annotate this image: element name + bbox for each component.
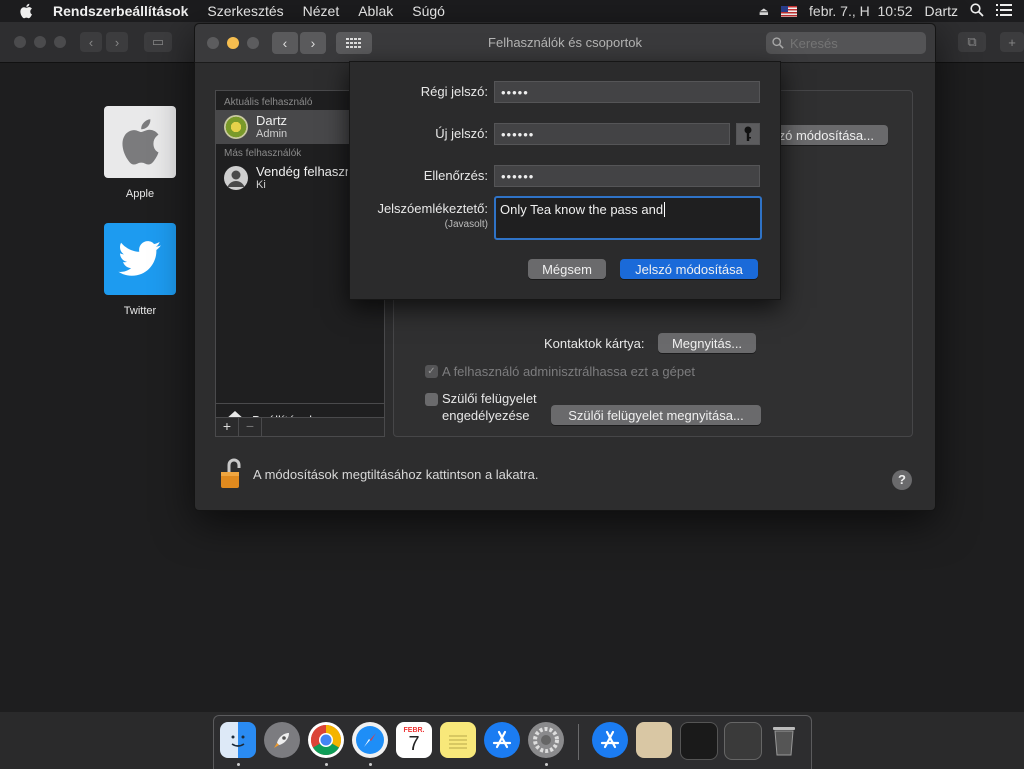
bg-close-dot[interactable] xyxy=(14,36,26,48)
system-preferences-gear-icon[interactable] xyxy=(528,722,564,758)
user-status: Ki xyxy=(256,179,266,191)
open-parental-controls-button[interactable]: Szülői felügyelet megnyitása... xyxy=(551,405,761,425)
running-indicator xyxy=(545,763,548,766)
bg-zoom-dot[interactable] xyxy=(54,36,66,48)
password-hint-value: Only Tea know the pass and xyxy=(500,202,666,217)
screenshot-stack-icon[interactable] xyxy=(724,722,762,760)
unlocked-padlock-icon[interactable] xyxy=(219,458,241,490)
trash-icon[interactable] xyxy=(766,722,802,758)
running-indicator xyxy=(237,763,240,766)
downloads-stack-icon[interactable] xyxy=(680,722,718,760)
bg-minimize-dot[interactable] xyxy=(34,36,46,48)
avatar xyxy=(224,115,248,139)
menu-view[interactable]: Nézet xyxy=(303,3,340,19)
new-password-field[interactable]: •••••• xyxy=(494,123,730,145)
add-user-button[interactable]: + xyxy=(216,418,239,436)
verify-password-value: •••••• xyxy=(501,168,535,184)
parental-checkbox-label-line1: Szülői felügyelet xyxy=(442,391,537,406)
finder-icon[interactable] xyxy=(220,722,256,758)
menu-help[interactable]: Súgó xyxy=(412,3,445,19)
desktop-icon-label: Apple xyxy=(125,188,155,200)
documents-stack-icon[interactable] xyxy=(636,722,672,758)
notes-icon[interactable] xyxy=(440,722,476,758)
lock-row: A módosítások megtiltásához kattintson a… xyxy=(219,458,538,490)
new-password-label: Új jelszó: xyxy=(435,126,488,141)
safari-compass-icon[interactable] xyxy=(352,722,388,758)
hint-sublabel: (Javasolt) xyxy=(444,219,488,230)
running-indicator xyxy=(369,763,372,766)
remove-user-button[interactable]: − xyxy=(239,418,262,436)
change-password-sheet: Régi jelszó: ••••• Új jelszó: •••••• Ell… xyxy=(349,61,781,300)
bg-back-icon[interactable]: ‹ xyxy=(80,32,102,52)
desktop-icon-twitter[interactable]: Twitter xyxy=(104,223,176,317)
search-field[interactable] xyxy=(766,32,926,54)
parental-checkbox-label-line2: engedélyezése xyxy=(442,408,530,423)
notification-center-icon[interactable] xyxy=(996,3,1012,19)
lock-message: A módosítások megtiltásához kattintson a… xyxy=(253,466,539,482)
desktop-icon-apple[interactable]: Apple xyxy=(104,106,176,200)
admin-checkbox-label: A felhasználó adminisztrálhassa ezt a gé… xyxy=(442,364,695,379)
add-remove-bar: + − xyxy=(215,417,385,437)
chrome-icon[interactable] xyxy=(308,722,344,758)
cancel-button[interactable]: Mégsem xyxy=(528,259,606,279)
menu-app-name[interactable]: Rendszerbeállítások xyxy=(53,3,188,19)
password-assistant-key-icon[interactable] xyxy=(736,123,760,145)
old-password-value: ••••• xyxy=(501,84,529,100)
help-button[interactable]: ? xyxy=(892,470,912,490)
apple-menu-icon[interactable] xyxy=(19,3,37,19)
verify-password-field[interactable]: •••••• xyxy=(494,165,760,187)
calendar-day: 7 xyxy=(408,732,420,755)
verify-label: Ellenőrzés: xyxy=(423,168,488,183)
contacts-card-label: Kontaktok kártya: xyxy=(544,336,645,351)
search-input[interactable] xyxy=(788,34,922,52)
applications-folder-icon[interactable] xyxy=(592,722,628,758)
current-user[interactable]: Dartz xyxy=(925,3,958,19)
guest-user-icon xyxy=(224,166,248,190)
bg-new-tab-icon[interactable]: + xyxy=(1000,32,1024,52)
search-icon xyxy=(772,37,784,49)
spotlight-search-icon[interactable] xyxy=(970,2,984,20)
menu-edit[interactable]: Szerkesztés xyxy=(207,3,283,19)
window-titlebar: ‹ › Felhasználók és csoportok xyxy=(195,24,935,63)
running-indicator xyxy=(325,763,328,766)
bg-tabs-icon[interactable]: ⧉ xyxy=(958,32,986,52)
dock-separator xyxy=(578,724,579,760)
desktop-icon-label: Twitter xyxy=(123,305,157,317)
clock[interactable]: febr. 7., H 10:52 xyxy=(809,3,913,19)
old-password-field[interactable]: ••••• xyxy=(494,81,760,103)
password-hint-textarea[interactable]: Only Tea know the pass and xyxy=(494,196,762,240)
us-flag-input-icon[interactable] xyxy=(781,5,798,17)
calendar-icon[interactable]: FEBR. 7 xyxy=(396,722,432,758)
old-password-label: Régi jelszó: xyxy=(420,84,488,99)
user-name: Vendég felhasználó xyxy=(256,164,348,179)
parental-controls-checkbox[interactable] xyxy=(425,393,438,406)
menu-window[interactable]: Ablak xyxy=(358,3,393,19)
twitter-bird-icon xyxy=(104,223,176,295)
user-name: Dartz xyxy=(256,113,288,128)
user-role: Admin xyxy=(256,128,288,140)
admin-checkbox[interactable]: ✓ xyxy=(425,365,438,378)
dock: FEBR. 7 xyxy=(213,715,812,769)
menu-bar: Rendszerbeállítások Szerkesztés Nézet Ab… xyxy=(0,0,1024,22)
confirm-change-password-button[interactable]: Jelszó módosítása xyxy=(620,259,758,279)
hint-label: Jelszóemlékeztető: xyxy=(377,201,488,216)
bg-forward-icon[interactable]: › xyxy=(106,32,128,52)
apple-logo-icon xyxy=(104,106,176,178)
contacts-open-button[interactable]: Megnyitás... xyxy=(658,333,756,353)
eject-icon[interactable]: ⏏ xyxy=(759,5,769,18)
new-password-value: •••••• xyxy=(501,126,535,142)
bg-sidebar-icon[interactable]: ▭ xyxy=(144,32,172,52)
launchpad-rocket-icon[interactable] xyxy=(264,722,300,758)
app-store-icon[interactable] xyxy=(484,722,520,758)
